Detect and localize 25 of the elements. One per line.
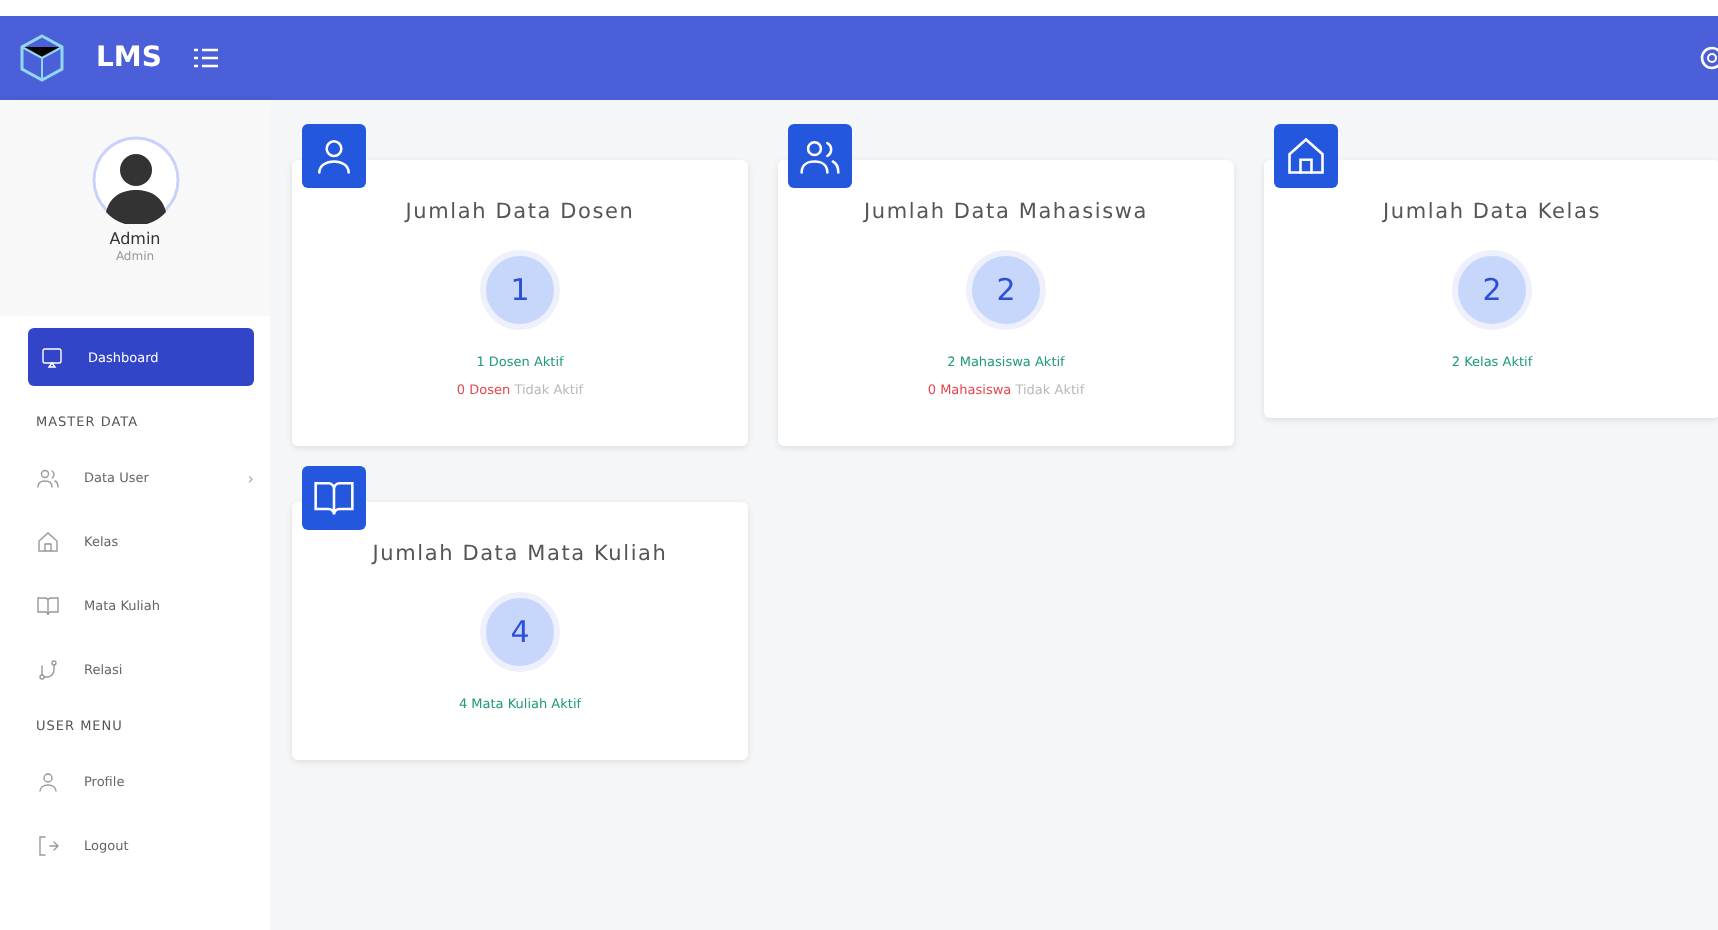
house-icon	[1284, 134, 1328, 178]
logout-icon	[36, 834, 60, 858]
avatar-icon	[91, 136, 179, 224]
monitor-icon	[40, 345, 64, 369]
count-badge: 2	[1452, 250, 1532, 330]
cube-logo-icon	[20, 34, 64, 82]
route-icon	[36, 658, 60, 682]
book-icon	[36, 594, 60, 618]
house-icon	[36, 530, 60, 554]
menu-icon[interactable]	[193, 48, 218, 68]
count-badge: 2	[966, 250, 1046, 330]
book-icon	[312, 476, 356, 520]
card-title: Jumlah Data Dosen	[405, 200, 635, 224]
profile-name: Admin	[109, 230, 161, 248]
settings-icon[interactable]	[1698, 44, 1718, 72]
user-icon	[312, 134, 356, 178]
card-title: Jumlah Data Kelas	[1383, 200, 1601, 224]
card-title: Jumlah Data Mata Kuliah	[372, 542, 668, 566]
chevron-icon: ›	[247, 469, 254, 487]
count-badge: 4	[480, 592, 560, 672]
brand-name: LMS	[96, 42, 162, 74]
count-badge: 1	[480, 250, 560, 330]
user-icon	[36, 770, 60, 794]
card-title: Jumlah Data Mahasiswa	[864, 200, 1148, 224]
users-icon	[36, 466, 60, 490]
